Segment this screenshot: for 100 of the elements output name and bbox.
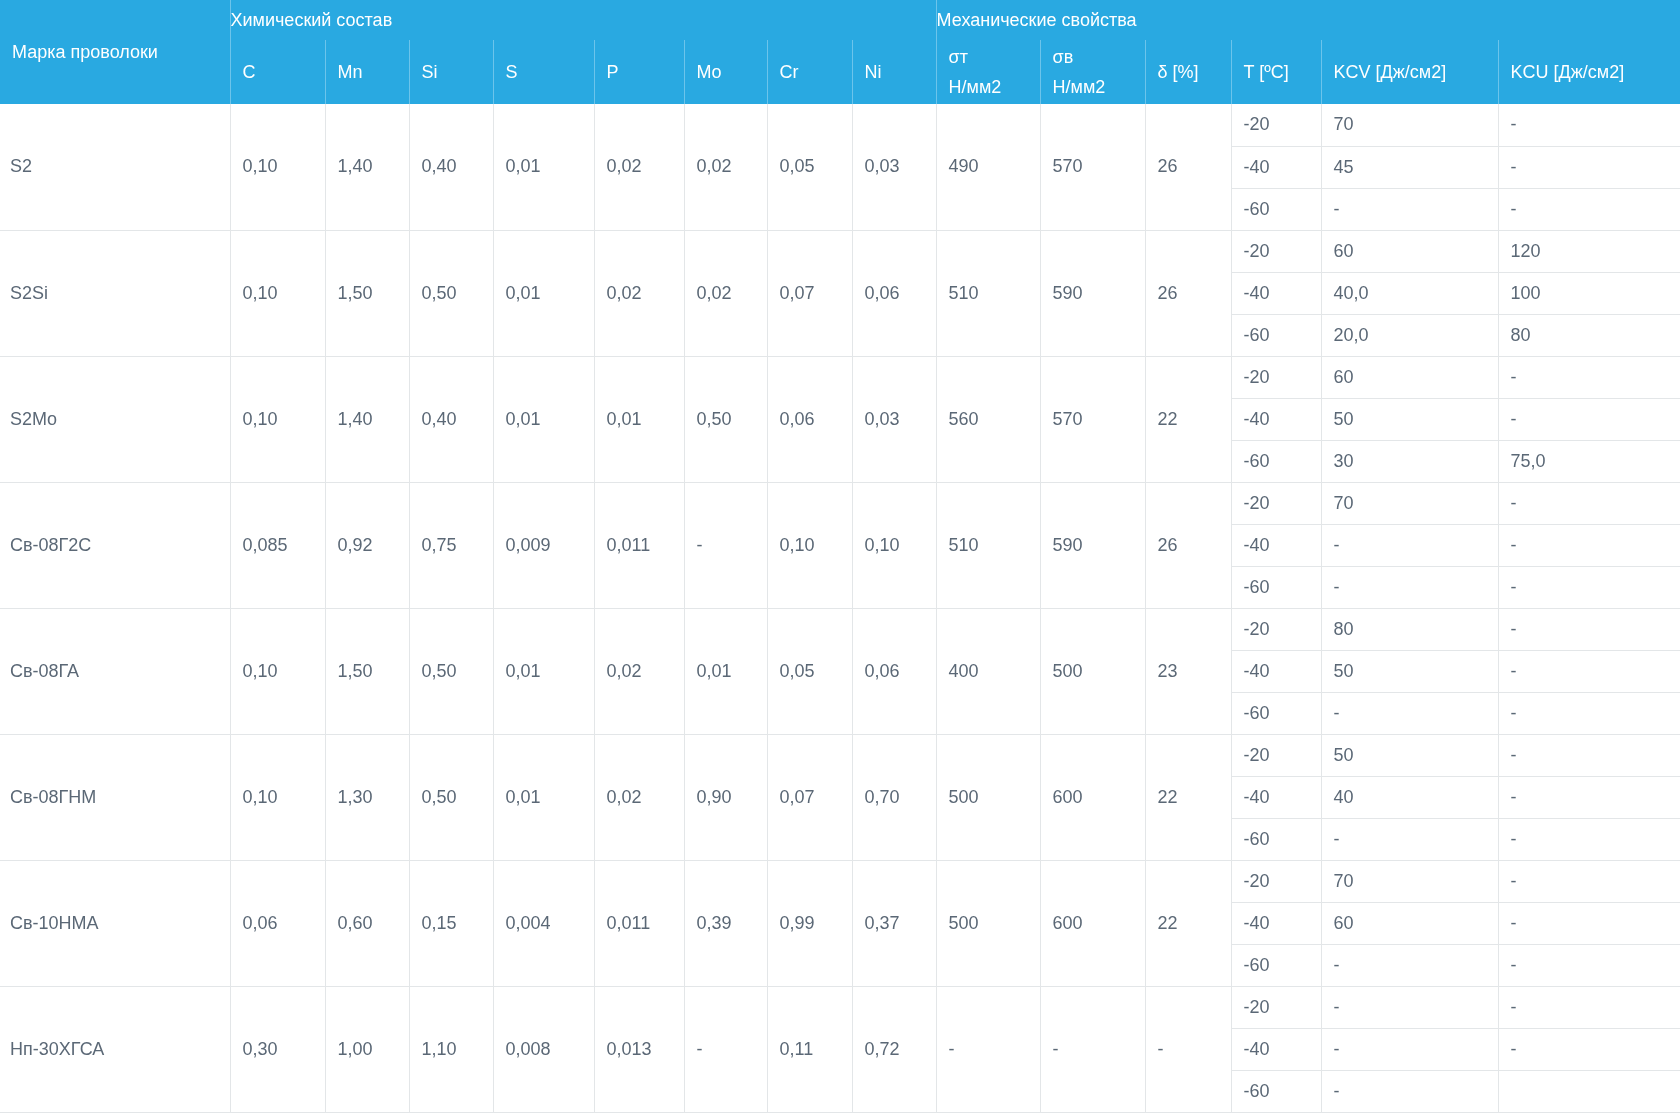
table-cell: -40	[1231, 524, 1322, 566]
table-cell: 0,02	[594, 230, 684, 356]
column-header: Mo	[684, 40, 767, 104]
table-cell: -60	[1231, 566, 1322, 608]
table-cell: Св-08ГНМ	[0, 734, 230, 860]
table-cell: 0,40	[409, 104, 493, 230]
table-cell: -	[1498, 188, 1680, 230]
table-cell: 0,02	[594, 608, 684, 734]
table-cell: -	[1498, 524, 1680, 566]
table-cell: 0,90	[684, 734, 767, 860]
table-cell: 1,40	[325, 104, 409, 230]
table-cell: -60	[1231, 188, 1322, 230]
table-cell: 0,05	[767, 608, 852, 734]
table-cell: -	[1498, 734, 1680, 776]
column-header: KCU [Дж/см2]	[1498, 40, 1680, 104]
table-cell: 1,00	[325, 986, 409, 1112]
table-cell: Св-08ГА	[0, 608, 230, 734]
table-cell: -60	[1231, 440, 1322, 482]
table-cell: 570	[1040, 356, 1146, 482]
table-cell: 26	[1145, 482, 1232, 608]
table-cell: 0,02	[594, 104, 684, 230]
table-cell: 570	[1040, 104, 1146, 230]
table-cell: 60	[1321, 230, 1499, 272]
table-cell: S2Mo	[0, 356, 230, 482]
table-cell: -	[1321, 986, 1499, 1028]
table-cell: 0,011	[594, 482, 684, 608]
column-header: KCV [Дж/см2]	[1321, 40, 1499, 104]
table-cell: -	[1498, 566, 1680, 608]
table-cell: 600	[1040, 860, 1146, 986]
table-cell: 70	[1321, 104, 1499, 146]
table-cell: -	[1498, 104, 1680, 146]
table-cell: 0,01	[684, 608, 767, 734]
table-cell: 60	[1321, 356, 1499, 398]
table-cell: 70	[1321, 482, 1499, 524]
table-cell: S2Si	[0, 230, 230, 356]
table-cell: -	[936, 986, 1041, 1112]
table-cell: 0,10	[767, 482, 852, 608]
table-cell: -20	[1231, 986, 1322, 1028]
table-cell: 510	[936, 230, 1041, 356]
table-cell: 0,03	[852, 104, 937, 230]
table-cell: 0,06	[852, 230, 937, 356]
table-cell: -60	[1231, 314, 1322, 356]
table-cell: 20,0	[1321, 314, 1499, 356]
table-cell: 0,10	[230, 104, 325, 230]
table-cell: 590	[1040, 230, 1146, 356]
table-cell: -	[1498, 944, 1680, 986]
table-cell: 0,009	[493, 482, 594, 608]
column-header: C	[230, 40, 325, 104]
table-cell: 0,07	[767, 230, 852, 356]
table-cell: -20	[1231, 608, 1322, 650]
table-cell: Нп-30ХГСА	[0, 986, 230, 1112]
table-cell: -	[1321, 1070, 1499, 1112]
table-cell: 0,01	[493, 608, 594, 734]
table-cell: 0,50	[409, 734, 493, 860]
table-cell: 500	[1040, 608, 1146, 734]
table-cell: 70	[1321, 860, 1499, 902]
table-cell: -60	[1231, 692, 1322, 734]
table-cell: -40	[1231, 398, 1322, 440]
table-cell: 0,085	[230, 482, 325, 608]
table-cell: 22	[1145, 356, 1232, 482]
table-cell: 0,37	[852, 860, 937, 986]
table-cell: -	[1498, 146, 1680, 188]
table-cell: -20	[1231, 104, 1322, 146]
table-cell: 600	[1040, 734, 1146, 860]
table-cell: -40	[1231, 776, 1322, 818]
table-cell: 60	[1321, 902, 1499, 944]
table-cell: -40	[1231, 902, 1322, 944]
table-cell: -60	[1231, 944, 1322, 986]
table-cell: 0,10	[230, 356, 325, 482]
column-header: Si	[409, 40, 493, 104]
table-cell: -40	[1231, 1028, 1322, 1070]
table-cell: -	[1145, 986, 1232, 1112]
table-cell: 0,01	[493, 356, 594, 482]
table-cell: 50	[1321, 734, 1499, 776]
table-cell: -60	[1231, 1070, 1322, 1112]
table-cell: 500	[936, 860, 1041, 986]
table-cell: 26	[1145, 104, 1232, 230]
column-header: δ [%]	[1145, 40, 1232, 104]
table-cell: 50	[1321, 398, 1499, 440]
table-cell: -	[1321, 944, 1499, 986]
column-header: Cr	[767, 40, 852, 104]
table-cell: 490	[936, 104, 1041, 230]
column-header: T [ºC]	[1231, 40, 1322, 104]
table-cell: 45	[1321, 146, 1499, 188]
table-cell: 0,03	[852, 356, 937, 482]
table-cell: 0,01	[493, 734, 594, 860]
table-cell: 0,06	[852, 608, 937, 734]
table-cell: 80	[1321, 608, 1499, 650]
table-cell: -20	[1231, 734, 1322, 776]
table-cell: -	[1498, 986, 1680, 1028]
table-cell: 0,01	[493, 104, 594, 230]
column-header: S	[493, 40, 594, 104]
table-cell: 0,50	[409, 608, 493, 734]
table-cell: 0,10	[230, 608, 325, 734]
table-cell: 1,50	[325, 608, 409, 734]
table-cell: 26	[1145, 230, 1232, 356]
table-cell: 22	[1145, 734, 1232, 860]
table-cell: 0,10	[852, 482, 937, 608]
column-header: Mn	[325, 40, 409, 104]
table-cell: 1,40	[325, 356, 409, 482]
